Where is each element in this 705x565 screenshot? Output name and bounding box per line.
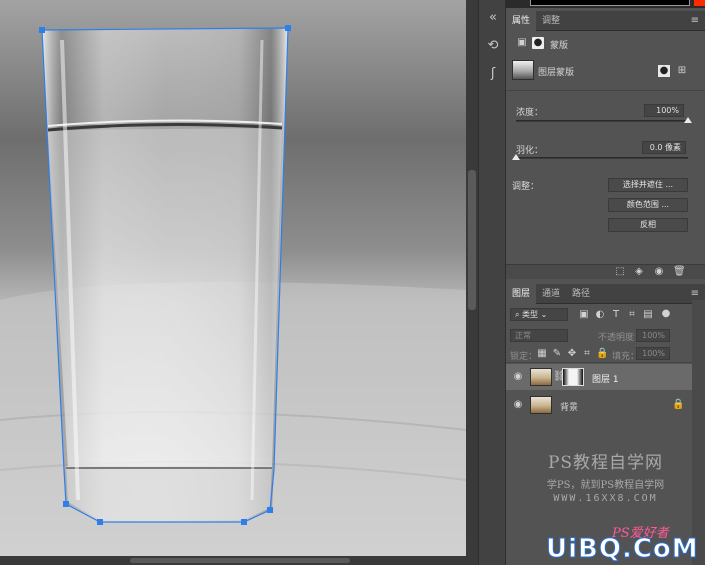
feather-field[interactable]: 0.0 像素	[642, 141, 686, 154]
color-range-button[interactable]: 颜色范围 ...	[608, 198, 688, 212]
canvas-image	[0, 0, 466, 556]
lock-label: 锁定：	[510, 352, 538, 362]
layer-row-layer1[interactable]: ◉ ⛓ 图层 1	[506, 364, 692, 390]
scrollbar-thumb[interactable]	[468, 170, 476, 310]
layer-filter-select[interactable]: ⌕ 类型 ⌄	[510, 308, 568, 321]
filter-pixel-icon[interactable]: ▣	[578, 309, 590, 321]
density-field[interactable]: 100%	[644, 104, 684, 117]
filter-adjustment-icon[interactable]: ◐	[594, 309, 606, 321]
eye-icon[interactable]: ◉	[653, 266, 665, 278]
pixel-mask-icon[interactable]: ●	[658, 65, 670, 77]
document-canvas[interactable]	[0, 0, 466, 556]
layer-mask-label: 图层蒙版	[538, 68, 575, 78]
mask-thumbnail	[512, 60, 534, 80]
watermark: PS教程自学网 学PS，就到PS教程自学网 WWW.16XX8.COM	[506, 448, 705, 504]
logo-text: UiBQ.CoM	[546, 534, 699, 565]
filter-shape-icon[interactable]: ⌗	[626, 309, 638, 321]
density-label: 浓度：	[516, 108, 544, 118]
layer-name[interactable]: 背景	[560, 400, 578, 413]
apply-mask-icon[interactable]: ◈	[633, 266, 645, 278]
properties-footer: ⬚ ◈ ◉ 🗑	[506, 264, 705, 279]
collapse-icon[interactable]: «	[485, 10, 501, 26]
lock-icon: 🔒	[672, 399, 685, 410]
invert-button[interactable]: 反相	[608, 218, 688, 232]
tab-properties[interactable]: 属性	[506, 11, 537, 31]
layer-thumbnail	[530, 368, 552, 386]
properties-tabbar: 属性 调整 ≡	[506, 11, 705, 31]
lock-transparent-icon[interactable]: ▦	[536, 348, 548, 360]
feather-label: 羽化：	[516, 146, 544, 156]
lock-brush-icon[interactable]: ✎	[551, 348, 563, 360]
watermark-subtitle: 学PS，就到PS教程自学网	[546, 480, 665, 491]
filter-toggle-icon[interactable]: ●	[660, 308, 672, 320]
layer-thumbnail	[530, 396, 552, 414]
select-and-mask-button[interactable]: 选择并遮住 ...	[608, 178, 688, 192]
vector-mask-icon[interactable]: ⊞	[676, 65, 688, 77]
background-swatch[interactable]	[694, 0, 705, 6]
image-icon[interactable]: ▣	[516, 37, 528, 49]
tab-adjustments[interactable]: 调整	[536, 11, 566, 31]
color-swatches	[506, 0, 705, 8]
canvas-vertical-scrollbar[interactable]	[466, 0, 478, 556]
adjust-label: 调整：	[512, 182, 540, 192]
filter-type-icon[interactable]: T	[610, 309, 622, 321]
lock-artboard-icon[interactable]: ⌗	[581, 348, 593, 360]
tab-layers[interactable]: 图层	[506, 284, 537, 304]
layer-mask-thumbnail[interactable]	[562, 368, 584, 386]
layers-tabbar: 图层 通道 路径 ≡	[506, 284, 705, 304]
layer-name[interactable]: 图层 1	[592, 372, 619, 385]
eye-icon[interactable]: ◉	[512, 399, 524, 411]
lock-move-icon[interactable]: ✥	[566, 348, 578, 360]
feather-slider-handle[interactable]	[512, 154, 520, 160]
lock-icon[interactable]: 🔒	[596, 348, 608, 360]
menu-icon[interactable]: ≡	[691, 11, 699, 31]
canvas-horizontal-scrollbar[interactable]	[0, 556, 478, 565]
tab-channels[interactable]: 通道	[536, 284, 566, 304]
link-icon[interactable]: ⛓	[553, 371, 566, 383]
density-slider[interactable]	[516, 120, 688, 122]
filter-smart-object-icon[interactable]: ▤	[642, 309, 654, 321]
fill-label: 填充：	[612, 352, 640, 362]
eye-icon[interactable]: ◉	[512, 371, 524, 383]
watermark-title: PS教程自学网	[547, 453, 664, 473]
trash-icon[interactable]: 🗑	[673, 266, 686, 278]
load-selection-icon[interactable]: ⬚	[614, 266, 626, 278]
panel-icon-strip: « ⟲ ʃ	[478, 0, 506, 565]
watermark-url: WWW.16XX8.COM	[553, 493, 658, 504]
blend-mode-select[interactable]: 正常	[510, 329, 568, 342]
filter-kind-label: 类型	[522, 310, 539, 319]
density-slider-handle[interactable]	[684, 117, 692, 123]
paths-icon[interactable]: ʃ	[485, 66, 501, 82]
history-icon[interactable]: ⟲	[485, 38, 501, 54]
pixel-mask-icon[interactable]: ●	[532, 37, 544, 49]
tab-paths[interactable]: 路径	[566, 284, 596, 304]
logo: PS爱好者 UiBQ.CoM	[540, 522, 705, 565]
opacity-field[interactable]: 100%	[636, 329, 670, 342]
fill-field[interactable]: 100%	[636, 347, 670, 360]
scrollbar-thumb[interactable]	[130, 558, 350, 563]
foreground-swatch[interactable]	[530, 0, 690, 6]
layer-row-background[interactable]: ◉ 背景 🔒	[506, 392, 692, 418]
mask-type-label: 蒙版	[550, 41, 569, 51]
feather-slider[interactable]	[516, 157, 688, 159]
